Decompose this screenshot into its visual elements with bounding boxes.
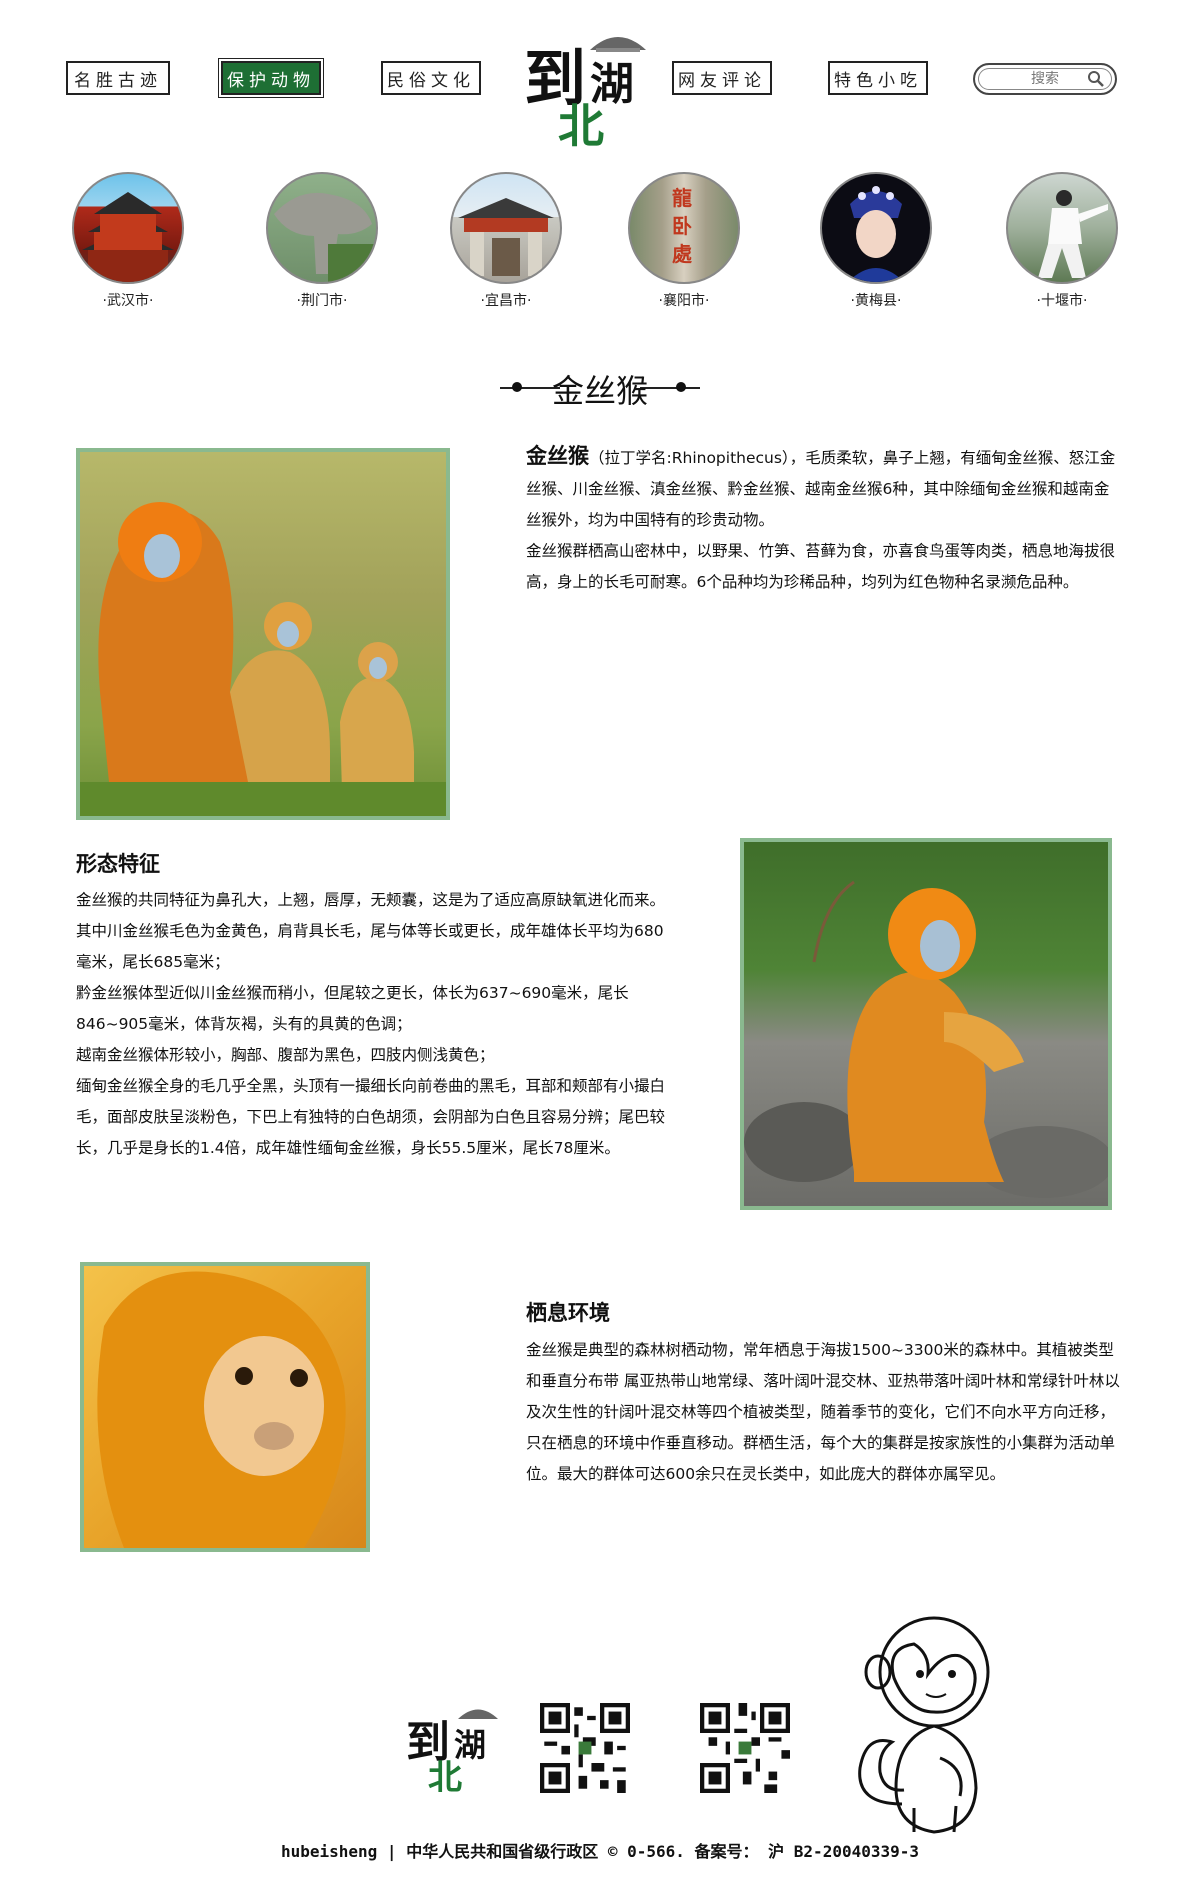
city-yichang[interactable]: ·宜昌市· <box>448 172 564 310</box>
habitat-text: 金丝猴是典型的森林树栖动物，常年栖息于海拔1500~3300米的森林中。其植被类… <box>526 1341 1120 1483</box>
city-image-wuhan[interactable] <box>72 172 184 284</box>
golden-monkey-photo-group <box>76 448 450 820</box>
city-jingmen[interactable]: ·荆门市· <box>264 172 380 310</box>
morphology-text: 金丝猴的共同特征为鼻孔大，上翘，唇厚，无颊囊，这是为了适应高原缺氧进化而来。 其… <box>76 885 674 1164</box>
city-wuhan[interactable]: ·武汉市· <box>70 172 186 310</box>
city-image-shiyan[interactable] <box>1006 172 1118 284</box>
nav-item-comments[interactable]: 网友评论 <box>672 61 772 95</box>
city-label: ·十堰市· <box>1036 293 1088 309</box>
city-label: ·黄梅县· <box>850 293 902 309</box>
search-input[interactable] <box>1008 70 1082 88</box>
city-xiangyang[interactable]: 龍卧處 ·襄阳市· <box>626 172 742 310</box>
nav-item-scenic[interactable]: 名胜古迹 <box>66 61 170 95</box>
search-box[interactable] <box>973 63 1117 95</box>
city-image-jingmen[interactable] <box>266 172 378 284</box>
intro-name: 金丝猴 <box>526 444 589 468</box>
qr-code-1[interactable] <box>540 1703 630 1793</box>
site-logo[interactable]: 到 湖 北 <box>524 24 654 154</box>
nav-item-animals[interactable]: 保护动物 <box>218 58 324 98</box>
logo-char-3: 北 <box>428 1758 462 1798</box>
city-shiyan[interactable]: ·十堰市· <box>1004 172 1120 310</box>
logo-char-3: 北 <box>558 99 604 153</box>
habitat-heading: 栖息环境 <box>526 1301 610 1325</box>
city-label: ·武汉市· <box>102 293 154 309</box>
section-title: 金丝猴 <box>551 372 648 410</box>
city-image-xiangyang[interactable]: 龍卧處 <box>628 172 740 284</box>
city-huangmei[interactable]: ·黄梅县· <box>818 172 934 310</box>
golden-monkey-photo-closeup <box>80 1262 370 1552</box>
golden-monkey-photo-sitting <box>740 838 1112 1210</box>
intro-latin-name: （拉丁学名:Rhinopithecus） <box>589 449 790 467</box>
city-label: ·襄阳市· <box>658 293 710 309</box>
footer-copyright: hubeisheng | 中华人民共和国省级行政区 © 0-566. 备案号： … <box>280 1842 920 1861</box>
intro-text: 金丝猴（拉丁学名:Rhinopithecus），毛质柔软，鼻子上翘，有缅甸金丝猴… <box>526 441 1120 598</box>
city-image-huangmei[interactable] <box>820 172 932 284</box>
search-icon[interactable] <box>1087 70 1105 88</box>
xiangyang-sign-text: 龍卧處 <box>672 186 692 266</box>
city-image-yichang[interactable] <box>450 172 562 284</box>
morphology-paragraph: 越南金丝猴体形较小，胸部、腹部为黑色，四肢内侧浅黄色； <box>76 1046 495 1064</box>
morphology-paragraph: 金丝猴的共同特征为鼻孔大，上翘，唇厚，无颊囊，这是为了适应高原缺氧进化而来。 <box>76 891 666 909</box>
city-label: ·荆门市· <box>296 293 348 309</box>
morphology-heading: 形态特征 <box>76 852 160 876</box>
morphology-paragraph: 缅甸金丝猴全身的毛几乎全黑，头顶有一撮细长向前卷曲的黑毛，耳部和颊部有小撮白毛，… <box>76 1077 666 1157</box>
nav-item-folk-culture[interactable]: 民俗文化 <box>381 61 481 95</box>
morphology-paragraph: 其中川金丝猴毛色为金黄色，肩背具长毛，尾与体等长或更长，成年雄体长平均为680毫… <box>76 922 664 971</box>
morphology-paragraph: 黔金丝猴体型近似川金丝猴而稍小，但尾较之更长，体长为637~690毫米，尾长84… <box>76 984 629 1033</box>
qr-code-2[interactable] <box>700 1703 790 1793</box>
intro-paragraph-2: 金丝猴群栖高山密林中，以野果、竹笋、苔藓为食，亦喜食鸟蛋等肉类，栖息地海拔很高，… <box>526 542 1116 591</box>
nav-item-snacks[interactable]: 特色小吃 <box>828 61 928 95</box>
monkey-mascot-icon <box>858 1616 990 1834</box>
city-label: ·宜昌市· <box>480 293 532 309</box>
footer-logo[interactable]: 到 湖 北 <box>406 1700 506 1800</box>
